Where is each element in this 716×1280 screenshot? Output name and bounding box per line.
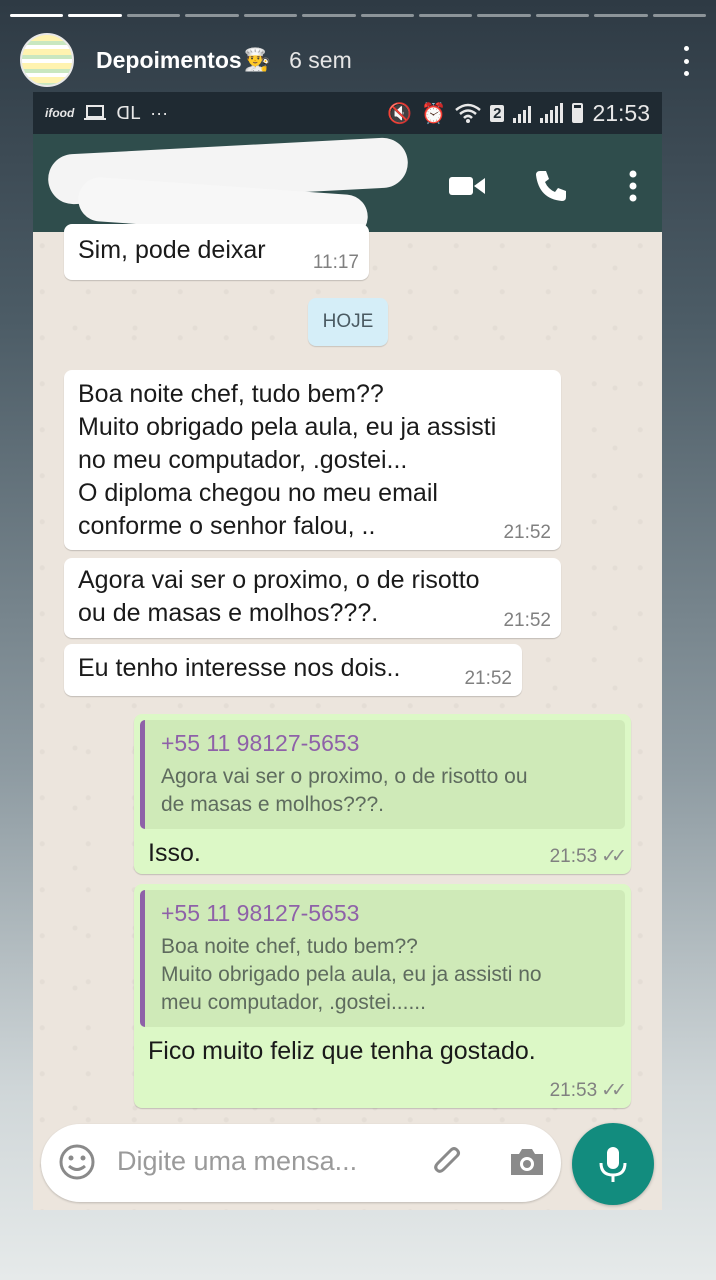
message-incoming[interactable]: Agora vai ser o proximo, o de risotto ou…: [64, 558, 561, 638]
quoted-sender: +55 11 98127-5653: [161, 900, 360, 926]
signal-icon-2: [540, 103, 564, 123]
wifi-icon: [455, 103, 481, 123]
progress-segment: [477, 14, 531, 17]
message-incoming[interactable]: Sim, pode deixar 11:17: [64, 224, 369, 280]
message-composer[interactable]: Digite uma mensa...: [41, 1124, 561, 1202]
story-header: Depoimentos 👨‍🍳 6 sem: [20, 30, 696, 90]
emoji-icon[interactable]: [57, 1142, 97, 1182]
progress-segment: [594, 14, 648, 17]
message-incoming[interactable]: Eu tenho interesse nos dois.. 21:52: [64, 644, 522, 696]
quoted-message[interactable]: +55 11 98127-5653 Agora vai ser o proxim…: [140, 720, 625, 829]
quoted-sender: +55 11 98127-5653: [161, 730, 360, 756]
message-time: 11:17: [312, 252, 359, 273]
video-call-icon[interactable]: [447, 166, 487, 206]
read-ticks-icon: ✓✓: [601, 846, 627, 867]
story-progress: [10, 14, 707, 17]
chef-emoji: 👨‍🍳: [243, 47, 272, 72]
message-meta: 21:53 ✓✓: [549, 1079, 627, 1102]
chat-area: Sim, pode deixar 11:17 HOJE Boa noite ch…: [33, 224, 662, 1210]
quoted-text: Agora vai ser o proximo, o de risotto ou…: [161, 765, 528, 816]
phone-icon[interactable]: [531, 166, 571, 206]
message-text: Eu tenho interesse nos dois..: [78, 654, 401, 682]
status-time: 21:53: [592, 99, 650, 126]
mic-icon: [599, 1147, 627, 1182]
read-ticks-icon: ✓✓: [601, 1080, 627, 1101]
progress-segment: [126, 14, 181, 17]
mute-icon: 🔇: [387, 102, 413, 125]
progress-segment: [302, 14, 356, 17]
message-meta: 21:53 ✓✓: [549, 845, 627, 868]
message-text: Agora vai ser o proximo, o de risotto ou…: [78, 566, 480, 627]
message-time: 21:53: [549, 1080, 598, 1101]
message-outgoing[interactable]: +55 11 98127-5653 Boa noite chef, tudo b…: [134, 884, 631, 1108]
message-time: 21:53: [549, 846, 598, 867]
story-age: 6 sem: [289, 46, 352, 73]
notification-icon: ᗡᒪ: [116, 102, 141, 123]
battery-icon: [572, 103, 584, 123]
progress-segment: [68, 14, 122, 17]
ifood-notification-icon: ifood: [45, 106, 75, 120]
chat-screenshot: ifood ᗡᒪ ··· 🔇 ⏰ 2 21:53 ← Sim, pode dei…: [33, 92, 662, 1210]
message-text: Fico muito feliz que tenha gostado.: [148, 1037, 536, 1065]
status-bar: ifood ᗡᒪ ··· 🔇 ⏰ 2 21:53: [33, 92, 662, 134]
progress-segment: [185, 14, 239, 17]
message-time: 21:52: [503, 522, 551, 543]
progress-segment: [360, 14, 414, 17]
more-notifications-icon: ···: [150, 102, 169, 123]
progress-segment: [243, 14, 298, 17]
message-time: 21:52: [503, 610, 551, 631]
message-outgoing[interactable]: +55 11 98127-5653 Agora vai ser o proxim…: [134, 714, 631, 874]
quoted-message[interactable]: +55 11 98127-5653 Boa noite chef, tudo b…: [140, 890, 625, 1027]
camera-icon[interactable]: [507, 1142, 547, 1182]
message-time: 21:52: [464, 668, 512, 689]
progress-segment: [652, 14, 707, 17]
progress-segment: [535, 14, 590, 17]
alarm-icon: ⏰: [421, 102, 447, 125]
story-more-icon[interactable]: [676, 44, 696, 78]
clip-icon[interactable]: [429, 1142, 469, 1182]
story-title[interactable]: Depoimentos: [96, 47, 242, 74]
quoted-text: Boa noite chef, tudo bem?? Muito obrigad…: [161, 935, 542, 1014]
message-incoming[interactable]: Boa noite chef, tudo bem?? Muito obrigad…: [64, 370, 561, 550]
signal-icon: [513, 103, 532, 123]
more-icon[interactable]: [613, 166, 653, 206]
message-text: Boa noite chef, tudo bem?? Muito obrigad…: [78, 380, 497, 540]
message-input[interactable]: Digite uma mensa...: [117, 1146, 357, 1177]
mic-button[interactable]: [572, 1123, 654, 1205]
avatar[interactable]: [20, 33, 74, 87]
progress-segment: [418, 14, 473, 17]
sim-badge: 2: [490, 104, 505, 122]
laptop-icon: [84, 105, 107, 120]
chat-header: ←: [33, 134, 662, 241]
date-divider: HOJE: [308, 298, 388, 346]
progress-segment: [10, 14, 64, 17]
